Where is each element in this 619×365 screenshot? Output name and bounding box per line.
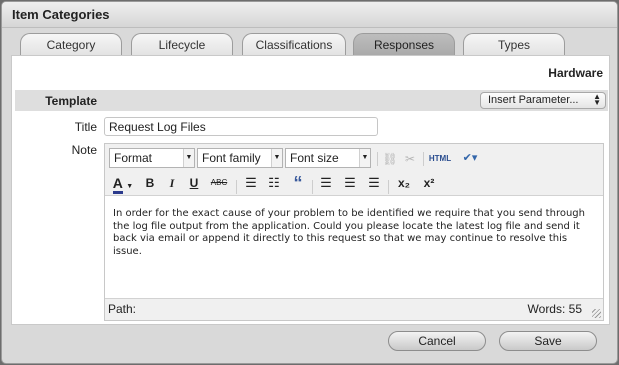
align-left-icon[interactable]: ☰ [317,174,335,192]
subscript-button[interactable]: x₂ [394,174,414,192]
tab-lifecycle[interactable]: Lifecycle [131,33,233,56]
bold-button[interactable]: B [141,174,159,192]
font-size-select-label: Font size [290,151,339,165]
editor-statusbar: Path: Words: 55 [105,298,603,320]
insert-parameter-label: Insert Parameter... [488,94,579,106]
tab-responses[interactable]: Responses [353,33,455,56]
toolbar-divider [377,152,378,166]
resize-grip-icon[interactable] [592,309,601,318]
font-family-select-label: Font family [202,151,261,165]
note-label: Note [71,143,97,157]
align-right-icon[interactable]: ☰ [365,174,383,192]
template-label: Template [45,94,97,108]
italic-button[interactable]: I [163,174,181,192]
tab-types[interactable]: Types [463,33,565,56]
strikethrough-button[interactable]: ABC [207,174,231,192]
bullet-list-icon[interactable]: ☰ [242,174,260,192]
title-input[interactable] [104,117,378,136]
path-label: Path: [108,302,137,316]
toolbar-divider [388,180,389,194]
font-size-select[interactable]: Font size ▼ [285,148,371,168]
link-icon[interactable]: ⛓ [382,150,398,168]
title-label: Title [74,120,97,134]
text-color-icon: A [112,175,123,194]
toolbar-divider [312,180,313,194]
note-editor: Format ▼ Font family ▼ Font size ▼ ⛓ ✂ H… [104,143,604,321]
responses-panel: Hardware Template Insert Parameter... ▲ ▼… [11,55,610,325]
text-color-button[interactable]: A ▼ [111,174,135,194]
record-name: Hardware [548,66,603,80]
chevron-down-icon: ▼ [183,149,194,167]
toolbar-divider [236,180,237,194]
html-source-button[interactable]: HTML [427,150,453,168]
format-select-label: Format [114,151,153,165]
font-family-select[interactable]: Font family ▼ [197,148,283,168]
item-categories-window: Item Categories Category Lifecycle Class… [1,1,618,364]
blockquote-button[interactable]: “ [289,174,307,192]
word-count: Words: 55 [527,302,582,316]
insert-parameter-select[interactable]: Insert Parameter... ▲ ▼ [480,92,606,109]
unlink-icon[interactable]: ✂ [402,150,418,168]
save-button[interactable]: Save [499,331,597,351]
window-title: Item Categories [2,2,617,28]
tab-classifications[interactable]: Classifications [242,33,346,56]
tab-category[interactable]: Category [20,33,122,56]
chevron-down-icon: ▼ [271,149,282,167]
chevron-down-icon: ▼ [126,183,134,190]
select-arrows-icon: ▲ ▼ [593,92,601,107]
underline-button[interactable]: U [185,174,203,192]
numbered-list-icon[interactable]: ☷ [265,174,283,192]
cancel-button[interactable]: Cancel [388,331,486,351]
editor-toolbar: Format ▼ Font family ▼ Font size ▼ ⛓ ✂ H… [105,144,603,196]
tab-bar: Category Lifecycle Classifications Respo… [2,29,617,56]
format-select[interactable]: Format ▼ [109,148,195,168]
note-content[interactable]: In order for the exact cause of your pro… [113,208,597,258]
chevron-down-icon: ▼ [359,149,370,167]
toolbar-divider [423,152,424,166]
superscript-button[interactable]: x² [419,174,439,192]
spellcheck-icon[interactable]: ✔▾ [457,149,483,167]
template-row: Template Insert Parameter... ▲ ▼ [15,90,608,111]
align-center-icon[interactable]: ☰ [341,174,359,192]
